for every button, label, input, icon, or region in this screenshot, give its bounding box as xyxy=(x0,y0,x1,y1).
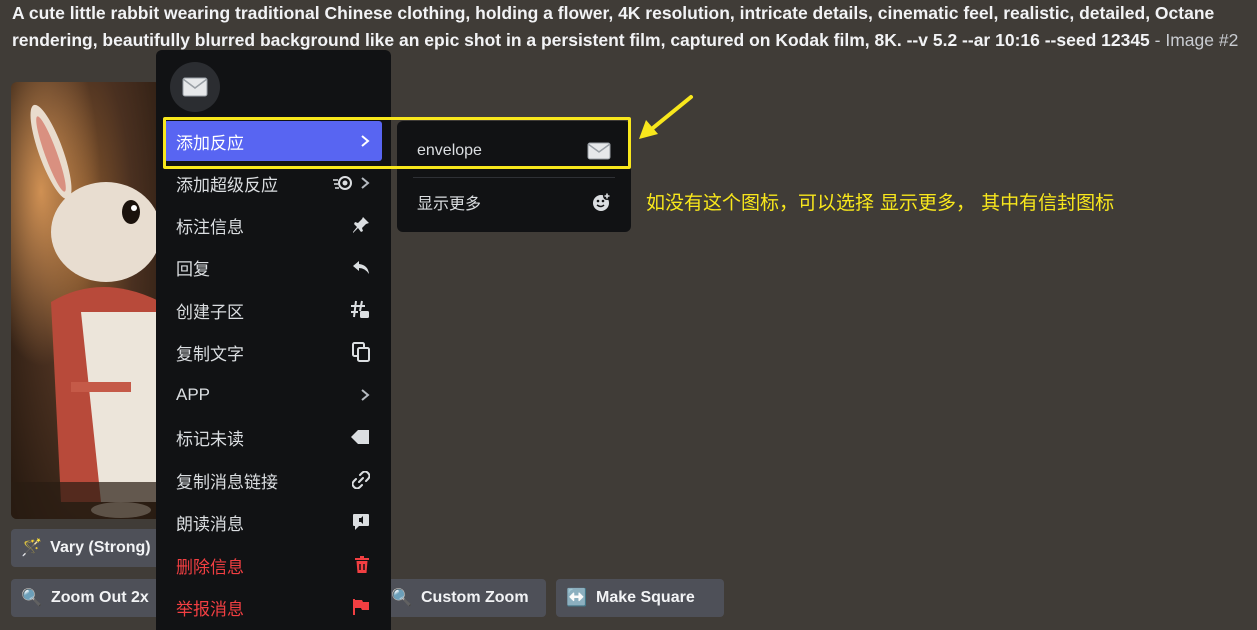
menu-item-label: 标注信息 xyxy=(176,217,244,237)
submenu-item-envelope[interactable]: envelope xyxy=(405,131,623,171)
chevron-right-icon xyxy=(361,177,370,189)
magnifier-icon: 🔍 xyxy=(391,588,413,607)
link-icon xyxy=(352,471,370,489)
annotation-arrow-icon xyxy=(639,95,693,139)
annotation-note: 如没有这个图标，可以选择 显示更多， 其中有信封图标 xyxy=(646,192,1115,214)
prompt-text: A cute little rabbit wearing traditional… xyxy=(12,3,1215,50)
trash-icon xyxy=(355,556,369,573)
menu-item-add-reaction[interactable]: 添加反应 xyxy=(164,121,382,161)
menu-item-label: 复制消息链接 xyxy=(176,472,278,492)
submenu-divider xyxy=(413,177,615,178)
unread-icon xyxy=(351,430,369,444)
menu-item-label: 回复 xyxy=(176,259,210,279)
super-reaction-icon xyxy=(333,176,352,190)
magnifier-icon: 🔍 xyxy=(21,588,43,607)
menu-item-label: 创建子区 xyxy=(176,302,244,322)
submenu-item-label: 显示更多 xyxy=(417,196,482,213)
copy-icon xyxy=(352,342,370,362)
menu-item-mark-unread[interactable]: 标记未读 xyxy=(164,417,382,457)
envelope-icon xyxy=(182,77,208,97)
flag-icon xyxy=(353,599,369,615)
custom-zoom-label: Custom Zoom xyxy=(421,589,529,606)
menu-item-label: 举报消息 xyxy=(176,599,244,619)
submenu-item-label: envelope xyxy=(417,142,482,159)
vary-strong-button[interactable]: 🪄 Vary (Strong) xyxy=(11,529,161,567)
emoji-add-icon xyxy=(593,192,611,211)
menu-item-label: 删除信息 xyxy=(176,557,244,577)
menu-item-label: APP xyxy=(176,385,211,404)
menu-item-label: 标记未读 xyxy=(176,429,244,449)
menu-item-label: 添加反应 xyxy=(176,133,244,153)
menu-item-app[interactable]: APP xyxy=(164,375,382,415)
zoom-out-label: Zoom Out 2x xyxy=(51,589,149,606)
message-prompt: A cute little rabbit wearing traditional… xyxy=(12,0,1252,54)
menu-item-report-message[interactable]: 举报消息 xyxy=(164,587,382,627)
menu-item-speak-message[interactable]: 朗读消息 xyxy=(164,502,382,542)
thread-icon xyxy=(351,300,369,318)
make-square-label: Make Square xyxy=(596,589,695,606)
pin-icon xyxy=(353,217,369,233)
make-square-button[interactable]: ↔️ Make Square xyxy=(556,579,724,617)
menu-item-copy-text[interactable]: 复制文字 xyxy=(164,332,382,372)
prompt-image-index: - Image #2 xyxy=(1149,30,1239,50)
menu-item-copy-message-link[interactable]: 复制消息链接 xyxy=(164,460,382,500)
add-reaction-submenu: envelope 显示更多 xyxy=(397,121,631,232)
submenu-item-show-more[interactable]: 显示更多 xyxy=(405,182,623,222)
custom-zoom-button[interactable]: 🔍 Custom Zoom xyxy=(383,579,546,617)
menu-item-add-super-reaction[interactable]: 添加超级反应 xyxy=(164,163,382,203)
menu-item-label: 复制文字 xyxy=(176,344,244,364)
magic-wand-icon: 🪄 xyxy=(21,538,43,557)
menu-item-delete-message[interactable]: 删除信息 xyxy=(164,545,382,585)
menu-item-pin-message[interactable]: 标注信息 xyxy=(164,205,382,245)
message-context-menu: 添加反应 添加超级反应 标注信息 回复 创建子区 复制文字 APP 标记未读 复… xyxy=(156,50,391,630)
menu-item-create-thread[interactable]: 创建子区 xyxy=(164,290,382,330)
vary-strong-label: Vary (Strong) xyxy=(50,539,151,556)
left-right-arrow-icon: ↔️ xyxy=(566,588,588,607)
menu-item-label: 朗读消息 xyxy=(176,514,244,534)
chevron-right-icon xyxy=(361,135,370,147)
generated-image[interactable] xyxy=(11,82,161,519)
speak-icon xyxy=(353,514,369,530)
zoom-out-button[interactable]: 🔍 Zoom Out 2x xyxy=(11,579,161,617)
menu-item-label: 添加超级反应 xyxy=(176,175,278,195)
menu-item-reply[interactable]: 回复 xyxy=(164,247,382,287)
envelope-icon xyxy=(587,142,611,160)
reply-icon xyxy=(353,261,369,274)
chevron-right-icon xyxy=(361,389,370,401)
rabbit-image xyxy=(11,82,161,519)
quick-reaction-envelope[interactable] xyxy=(170,62,220,112)
